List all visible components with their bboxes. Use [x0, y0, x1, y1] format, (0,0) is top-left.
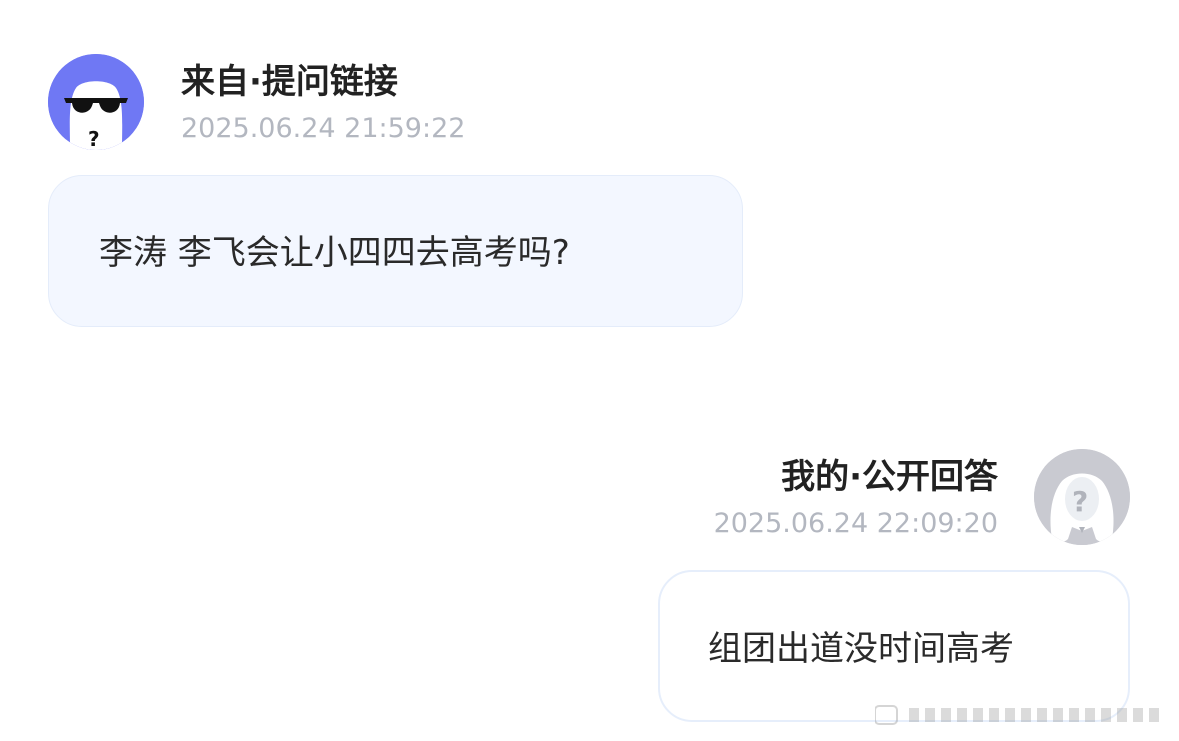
question-source-label: 来自·提问链接 — [181, 62, 398, 102]
question-timestamp: 2025.06.24 21:59:22 — [181, 113, 466, 144]
answer-timestamp: 2025.06.24 22:09:20 — [713, 508, 998, 539]
answer-source-label: 我的·公开回答 — [781, 457, 998, 497]
svg-text:?: ? — [1072, 485, 1088, 518]
question-text: 李涛 李飞会让小四四去高考吗? — [99, 233, 570, 273]
answerer-avatar: ? — [1034, 449, 1130, 545]
answer-text: 组团出道没时间高考 — [708, 629, 1014, 669]
question-mark-avatar-icon: ? — [1034, 449, 1130, 545]
anonymous-sunglasses-avatar-icon: ? — [48, 54, 144, 150]
asker-avatar: ? — [48, 54, 144, 150]
watermark-logo — [875, 705, 1159, 725]
question-bubble: 李涛 李飞会让小四四去高考吗? — [48, 175, 743, 327]
svg-text:?: ? — [88, 127, 100, 150]
